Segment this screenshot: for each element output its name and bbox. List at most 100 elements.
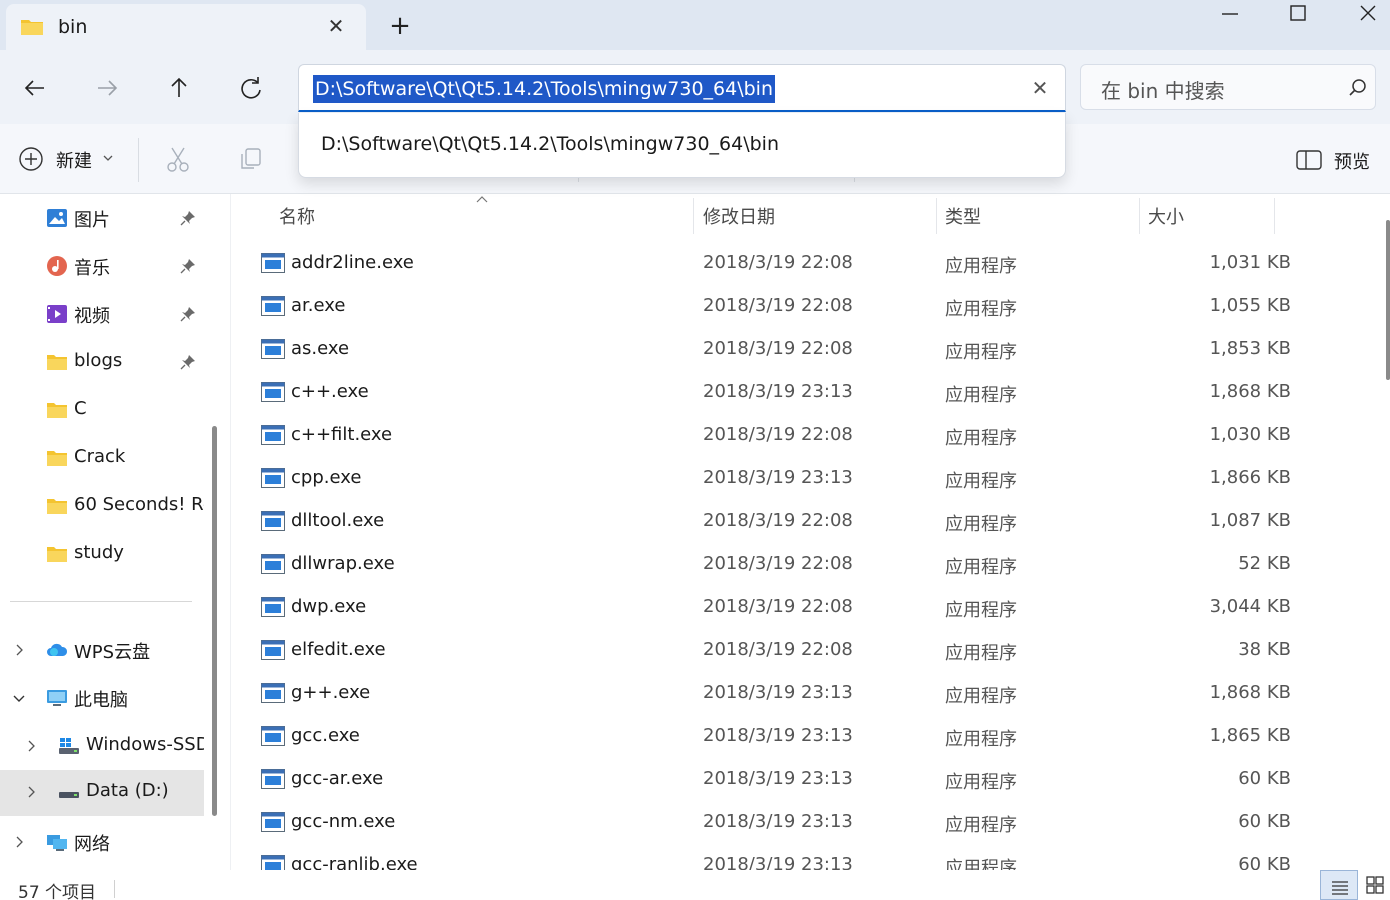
sidebar-item-this-pc[interactable]: 此电脑 [0,676,204,720]
sidebar-item-videos[interactable]: 视频 [0,292,204,336]
minimize-button[interactable] [1210,2,1250,32]
details-view-button[interactable] [1320,870,1358,900]
sidebar-divider [10,601,192,602]
file-date: 2018/3/19 22:08 [703,596,853,617]
table-row[interactable]: c++.exe 2018/3/19 23:13 应用程序 1,868 KB [231,370,1291,413]
sidebar-item-windows-ssd[interactable]: Windows-SSD [0,724,204,768]
table-row[interactable]: dllwrap.exe 2018/3/19 22:08 应用程序 52 KB [231,542,1291,585]
executable-icon [261,640,285,660]
table-row[interactable]: gcc-ar.exe 2018/3/19 23:13 应用程序 60 KB [231,757,1291,800]
file-list-scrollbar[interactable] [1386,220,1390,380]
sidebar-item-blogs[interactable]: blogs [0,340,204,384]
file-type: 应用程序 [945,299,1017,320]
sidebar-item-data-d[interactable]: Data (D:) [0,770,204,816]
file-size: 60 KB [1238,811,1291,832]
sidebar-item-wps-cloud[interactable]: WPS云盘 [0,628,204,672]
file-date: 2018/3/19 23:13 [703,768,853,789]
chevron-right-icon[interactable] [12,835,26,849]
copy-icon[interactable] [238,146,264,172]
file-date: 2018/3/19 23:13 [703,682,853,703]
sidebar-item-label: blogs [74,350,123,371]
cut-icon[interactable] [164,146,192,174]
clear-address-button[interactable]: ✕ [1027,75,1053,101]
tiles-view-icon[interactable] [1364,874,1386,896]
sidebar-item-60-seconds[interactable]: 60 Seconds! Re [0,484,204,528]
sidebar-item-pictures[interactable]: 图片 [0,196,204,240]
close-window-button[interactable] [1348,2,1388,32]
chevron-down-icon[interactable] [12,691,26,705]
sidebar-item-crack[interactable]: Crack [0,436,204,480]
search-box[interactable]: 在 bin 中搜索 [1080,64,1376,110]
sidebar-item-study[interactable]: study [0,532,204,576]
table-row[interactable]: dlltool.exe 2018/3/19 22:08 应用程序 1,087 KB [231,499,1291,542]
folder-icon [47,355,67,370]
windows-drive-icon [59,738,79,754]
sidebar-item-c[interactable]: C [0,388,204,432]
column-divider[interactable] [1274,198,1275,234]
table-row[interactable]: elfedit.exe 2018/3/19 22:08 应用程序 38 KB [231,628,1291,671]
table-row[interactable]: c++filt.exe 2018/3/19 22:08 应用程序 1,030 KB [231,413,1291,456]
executable-icon [261,253,285,273]
table-row[interactable]: gcc-nm.exe 2018/3/19 23:13 应用程序 60 KB [231,800,1291,843]
executable-icon [261,597,285,617]
pin-icon [180,355,195,370]
table-row[interactable]: as.exe 2018/3/19 22:08 应用程序 1,853 KB [231,327,1291,370]
column-header-date[interactable]: 修改日期 [694,194,936,234]
column-header-name[interactable]: 名称 [231,194,693,234]
table-row[interactable]: addr2line.exe 2018/3/19 22:08 应用程序 1,031 KB [231,241,1291,284]
chevron-right-icon[interactable] [24,739,38,753]
sidebar-item-label: C [74,398,87,419]
search-icon [1349,79,1366,96]
executable-icon [261,425,285,445]
back-button[interactable] [18,72,52,104]
music-icon [47,256,67,276]
address-bar[interactable]: D:\Software\Qt\Qt5.14.2\Tools\mingw730_6… [298,64,1066,112]
table-row[interactable]: gcc.exe 2018/3/19 23:13 应用程序 1,865 KB [231,714,1291,757]
up-button[interactable] [162,72,196,104]
pin-icon [180,259,195,274]
table-row[interactable]: cpp.exe 2018/3/19 23:13 应用程序 1,866 KB [231,456,1291,499]
file-type: 应用程序 [945,428,1017,449]
forward-button[interactable] [90,72,124,104]
file-name: cpp.exe [291,467,362,488]
column-header-label: 名称 [279,207,315,228]
table-row[interactable]: g++.exe 2018/3/19 23:13 应用程序 1,868 KB [231,671,1291,714]
file-type: 应用程序 [945,600,1017,621]
file-size: 1,868 KB [1209,381,1291,402]
table-row[interactable]: gcc-ranlib.exe 2018/3/19 23:13 应用程序 60 KB [231,843,1291,870]
sidebar-scrollbar[interactable] [212,426,217,816]
toolbar-divider [138,138,139,182]
file-date: 2018/3/19 22:08 [703,553,853,574]
file-size: 60 KB [1238,854,1291,870]
table-row[interactable]: dwp.exe 2018/3/19 22:08 应用程序 3,044 KB [231,585,1291,628]
preview-pane-icon [1296,150,1322,170]
tab-close-button[interactable]: ✕ [324,14,348,38]
file-name: ar.exe [291,295,346,316]
cloud-icon [47,643,68,656]
executable-icon [261,296,285,316]
file-type: 应用程序 [945,858,1017,870]
chevron-right-icon[interactable] [12,643,26,657]
sidebar-item-label: 60 Seconds! Re [74,494,204,515]
maximize-button[interactable] [1278,2,1318,32]
column-header-size[interactable]: 大小 [1140,194,1274,234]
status-bar: 57 个项目 [0,870,1390,900]
tab-bin[interactable]: bin ✕ [6,4,366,50]
folder-icon [47,403,67,418]
executable-icon [261,726,285,746]
item-count: 57 个项目 [18,883,97,900]
file-name: dwp.exe [291,596,367,617]
table-row[interactable]: ar.exe 2018/3/19 22:08 应用程序 1,055 KB [231,284,1291,327]
new-tab-button[interactable]: + [385,12,415,42]
chevron-right-icon[interactable] [24,785,38,799]
sidebar-item-network[interactable]: 网络 [0,820,204,864]
search-input[interactable]: 在 bin 中搜索 [1101,75,1225,104]
file-date: 2018/3/19 22:08 [703,510,853,531]
sidebar-item-music[interactable]: 音乐 [0,244,204,288]
address-suggestion-item[interactable]: D:\Software\Qt\Qt5.14.2\Tools\mingw730_6… [321,133,779,155]
status-divider [114,880,115,898]
address-input[interactable]: D:\Software\Qt\Qt5.14.2\Tools\mingw730_6… [313,75,775,103]
refresh-button[interactable] [234,72,268,104]
column-header-type[interactable]: 类型 [937,194,1139,234]
file-name: dllwrap.exe [291,553,395,574]
